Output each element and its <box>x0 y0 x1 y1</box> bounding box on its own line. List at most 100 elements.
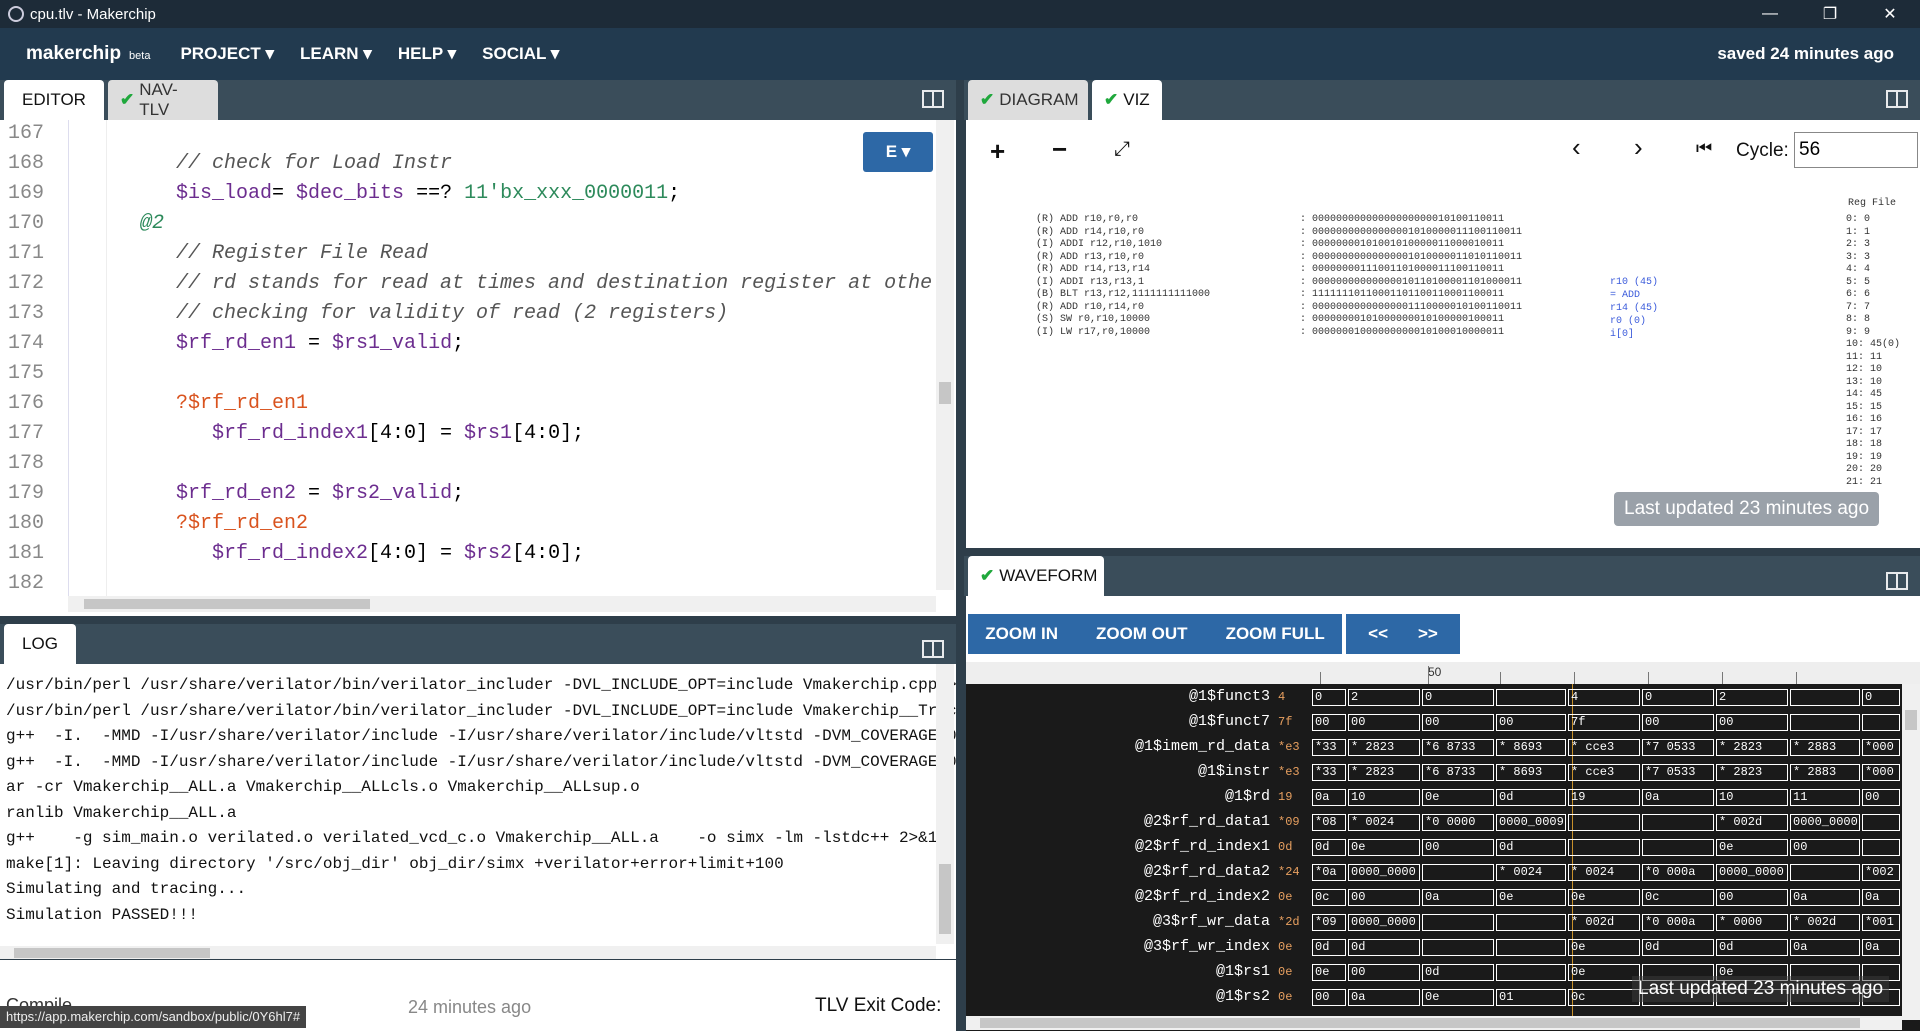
regfile-row: 21: 21 <box>1846 476 1883 488</box>
tab-viz[interactable]: ✔ VIZ <box>1092 80 1162 120</box>
signal-name[interactable]: @1$rs1 <box>1216 963 1270 980</box>
tab-log[interactable]: LOG <box>4 624 76 664</box>
signal-segment: 00 <box>1312 714 1346 731</box>
signal-segment: * 0024 <box>1568 864 1640 881</box>
signal-segment: 0d <box>1716 939 1788 956</box>
signal-segment: *000 <box>1862 764 1900 781</box>
signal-segment: *7 0533 <box>1642 739 1714 756</box>
signal-segment: 0e <box>1568 939 1640 956</box>
prev-cycle-icon[interactable]: ‹ <box>1572 132 1581 163</box>
menu-social[interactable]: SOCIAL ▾ <box>482 44 559 64</box>
next-cycle-icon[interactable]: › <box>1634 132 1643 163</box>
zoom-in-icon[interactable]: + <box>990 136 1005 167</box>
maximize-log-icon[interactable] <box>922 640 944 658</box>
menu-help[interactable]: HELP ▾ <box>398 44 456 64</box>
signal-segment: 0000_0009 <box>1496 814 1566 831</box>
code-editor[interactable]: 167 168 // check for Load Instr 169 $is_load… <box>0 120 956 616</box>
binary-row: : 11111110110001101100110001100011 <box>1300 289 1505 300</box>
status-footer: Compile 24 minutes ago TLV Exit Code: ht… <box>0 960 956 1031</box>
log-output[interactable]: /usr/bin/perl /usr/share/verilator/bin/v… <box>0 664 956 959</box>
code-line: $rf_rd_index2[4:0] = $rs2[4:0]; <box>176 542 585 565</box>
signal-value: *e3 <box>1278 765 1300 779</box>
cycle-label: Cycle: <box>1736 140 1789 161</box>
signal-name[interactable]: @2$rf_rd_data1 <box>1144 813 1270 830</box>
scroll-right-button[interactable]: >> <box>1418 624 1438 644</box>
log-line: Simulating and tracing... <box>6 880 247 898</box>
log-hscroll[interactable] <box>0 946 936 959</box>
signal-segment: 19 <box>1568 789 1640 806</box>
log-vscroll[interactable] <box>936 664 954 944</box>
signal-name[interactable]: @2$rf_rd_data2 <box>1144 863 1270 880</box>
close-button[interactable]: ✕ <box>1860 0 1920 28</box>
viz-canvas[interactable]: + − ⤢ ‹ › ⏮ Cycle: (R) ADD r10,r0,r0 (R) … <box>966 120 1920 548</box>
signal-name[interactable]: @1$funct3 <box>1189 688 1270 705</box>
status-url: https://app.makerchip.com/sandbox/public… <box>0 1006 307 1028</box>
log-line: ranlib Vmakerchip__ALL.a <box>6 803 237 822</box>
signal-name[interactable]: @1$instr <box>1198 763 1270 780</box>
zoom-out-button[interactable]: ZOOM OUT <box>1096 624 1188 644</box>
tab-diagram[interactable]: ✔ DIAGRAM <box>968 80 1088 120</box>
waveform-viewer[interactable]: ZOOM IN ZOOM OUT ZOOM FULL << >> 50 @1$f… <box>966 596 1920 1031</box>
line-number: 172 <box>8 272 45 295</box>
editor-hscroll[interactable] <box>68 596 936 612</box>
signal-value: 0e <box>1278 990 1293 1004</box>
maximize-editor-icon[interactable] <box>922 90 944 108</box>
signal-name[interactable]: @1$imem_rd_data <box>1135 738 1270 755</box>
disasm-row: (R) ADD r10,r14,r0 <box>1036 301 1145 313</box>
signal-name[interactable]: @1$rs2 <box>1216 988 1270 1005</box>
time-ruler[interactable]: 50 <box>966 662 1920 684</box>
signal-name[interactable]: @2$rf_rd_index2 <box>1135 888 1270 905</box>
tab-waveform[interactable]: ✔ WAVEFORM <box>968 556 1104 596</box>
signal-name[interactable]: @3$rf_wr_data <box>1153 913 1270 930</box>
signal-segment: * 8693 <box>1496 739 1566 756</box>
signal-segment: 0d <box>1312 839 1346 856</box>
exec-row: i[0] <box>1610 329 1635 340</box>
restore-button[interactable]: ❐ <box>1800 0 1860 28</box>
signal-segment: *6 8733 <box>1422 739 1494 756</box>
maximize-viz-icon[interactable] <box>1886 90 1908 108</box>
exec-row: = ADD <box>1610 290 1641 301</box>
cycle-input[interactable] <box>1794 132 1918 168</box>
menu-project[interactable]: PROJECT ▾ <box>180 44 274 64</box>
menu-learn[interactable]: LEARN ▾ <box>300 44 372 64</box>
editor-vscroll[interactable] <box>936 120 954 590</box>
editor-tabbar: EDITOR ✔ NAV-TLV <box>0 80 956 120</box>
signal-name[interactable]: @1$rd <box>1225 788 1270 805</box>
regfile-row: 17: 17 <box>1846 426 1883 438</box>
signal-segment: * 002d <box>1790 914 1860 931</box>
signal-value: *e3 <box>1278 740 1300 754</box>
waveform-tabbar: ✔ WAVEFORM <box>964 556 1920 596</box>
signal-name[interactable]: @2$rf_rd_index1 <box>1135 838 1270 855</box>
waveform-vscroll[interactable] <box>1902 684 1920 1020</box>
first-cycle-icon[interactable]: ⏮ <box>1696 138 1712 159</box>
disasm-row: (S) SW r0,r10,10000 <box>1036 314 1151 325</box>
signal-value: 0e <box>1278 965 1293 979</box>
signal-segment: *08 <box>1312 814 1346 831</box>
makerchip-logo[interactable]: makerchip beta <box>26 43 150 65</box>
signal-segment: 0e <box>1348 839 1420 856</box>
line-number: 170 <box>8 212 45 235</box>
tab-nav-tlv[interactable]: ✔ NAV-TLV <box>108 80 218 120</box>
editor-mode-button[interactable]: E ▾ <box>863 132 933 172</box>
signal-segment: 00 <box>1348 889 1420 906</box>
disasm-row: (R) ADD r10,r0,r0 <box>1036 214 1139 225</box>
fit-view-icon[interactable]: ⤢ <box>1114 138 1130 161</box>
zoom-in-button[interactable]: ZOOM IN <box>985 624 1058 644</box>
signal-segment: 0d <box>1642 939 1714 956</box>
signal-name[interactable]: @1$funct7 <box>1189 713 1270 730</box>
disasm-row: (R) ADD r13,r10,r0 <box>1036 251 1145 263</box>
signal-segment: 00 <box>1716 714 1788 731</box>
minimize-button[interactable]: — <box>1740 0 1800 28</box>
zoom-full-button[interactable]: ZOOM FULL <box>1226 624 1325 644</box>
tab-editor[interactable]: EDITOR <box>4 80 104 120</box>
line-number: 171 <box>8 242 45 265</box>
log-tabbar: LOG <box>0 624 956 664</box>
zoom-out-icon[interactable]: − <box>1052 134 1067 165</box>
maximize-waveform-icon[interactable] <box>1886 572 1908 590</box>
waveform-hscroll[interactable] <box>966 1016 1902 1030</box>
scroll-left-button[interactable]: << <box>1368 624 1388 644</box>
code-line: // rd stands for read at times and desti… <box>176 272 933 295</box>
signal-segment <box>1496 964 1566 981</box>
signal-segment: 0000_0000 <box>1790 814 1860 831</box>
signal-name[interactable]: @3$rf_wr_index <box>1144 938 1270 955</box>
